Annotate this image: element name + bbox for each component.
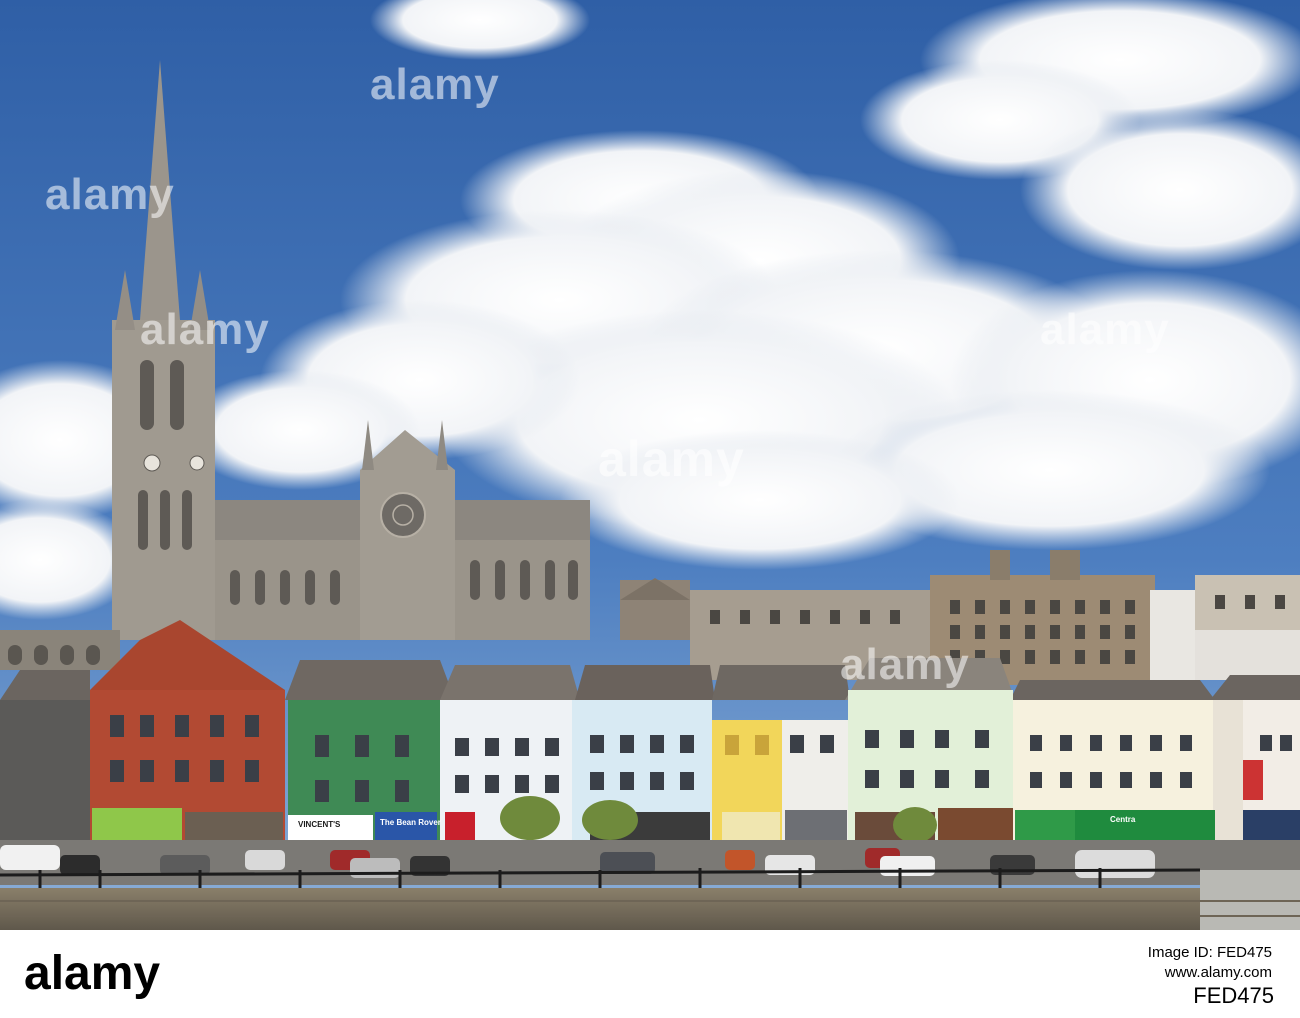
- shop-sign-vincents: VINCENT'S: [298, 820, 341, 829]
- alamy-watermark: alamy: [370, 60, 500, 109]
- image-id-label: Image ID: FED475: [1147, 944, 1272, 961]
- alamy-watermark: alamy: [45, 170, 175, 219]
- stock-photo: VINCENT'S The Bean Rover Centra alamy al…: [0, 0, 1300, 1018]
- alamy-watermark: alamy: [1040, 305, 1170, 354]
- footer-bar: [0, 930, 1300, 1018]
- alamy-watermark: alamy: [840, 640, 970, 689]
- site-url: www.alamy.com: [1164, 964, 1272, 981]
- quay-wall: [0, 888, 1300, 930]
- alamy-logo: alamy: [24, 947, 161, 1000]
- alamy-watermark-center: alamy: [598, 431, 745, 487]
- shop-sign-centra: Centra: [1110, 815, 1136, 824]
- image-meta: Image ID: FED475 www.alamy.com: [1148, 944, 1272, 981]
- alamy-watermark: alamy: [140, 305, 270, 354]
- image-id: FED475: [1193, 983, 1274, 1008]
- shop-sign-bean-rover: The Bean Rover: [380, 818, 441, 827]
